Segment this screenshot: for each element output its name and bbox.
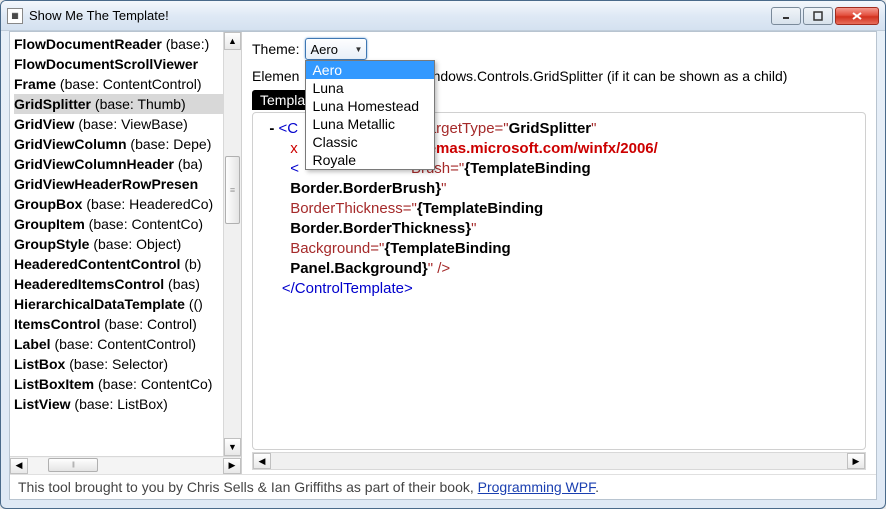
list-item[interactable]: Label (base: ContentControl) bbox=[14, 334, 241, 354]
scroll-thumb[interactable] bbox=[225, 156, 240, 224]
scroll-right-arrow-icon[interactable]: ▶ bbox=[223, 458, 241, 474]
theme-option[interactable]: Luna Homestead bbox=[306, 97, 434, 115]
list-item[interactable]: GridView (base: ViewBase) bbox=[14, 114, 241, 134]
titlebar[interactable]: ▦ Show Me The Template! bbox=[1, 1, 885, 31]
list-item[interactable]: ListBox (base: Selector) bbox=[14, 354, 241, 374]
theme-option[interactable]: Luna Metallic bbox=[306, 115, 434, 133]
list-item[interactable]: FlowDocumentReader (base:) bbox=[14, 34, 241, 54]
footer-text: This tool brought to you by Chris Sells … bbox=[18, 479, 478, 495]
list-item[interactable]: GroupStyle (base: Object) bbox=[14, 234, 241, 254]
list-item[interactable]: HeaderedContentControl (b) bbox=[14, 254, 241, 274]
close-button[interactable] bbox=[835, 7, 879, 25]
sidebar-horizontal-scrollbar[interactable]: ◀ ▶ bbox=[10, 456, 241, 474]
sidebar-vertical-scrollbar[interactable]: ▲ ▼ bbox=[223, 32, 241, 456]
list-item[interactable]: ListBoxItem (base: ContentCo) bbox=[14, 374, 241, 394]
element-value: indows.Controls.GridSplitter (if it can … bbox=[429, 68, 787, 84]
theme-option[interactable]: Aero bbox=[306, 61, 434, 79]
list-item[interactable]: ListView (base: ListBox) bbox=[14, 394, 241, 414]
theme-option[interactable]: Luna bbox=[306, 79, 434, 97]
scroll-thumb[interactable] bbox=[48, 458, 98, 472]
scroll-up-arrow-icon[interactable]: ▲ bbox=[224, 32, 241, 50]
maximize-button[interactable] bbox=[803, 7, 833, 25]
list-item[interactable]: FlowDocumentScrollViewer bbox=[14, 54, 241, 74]
footer-link[interactable]: Programming WPF bbox=[478, 479, 595, 495]
theme-selected-value: Aero bbox=[310, 42, 337, 57]
theme-option[interactable]: Classic bbox=[306, 133, 434, 151]
footer: This tool brought to you by Chris Sells … bbox=[10, 474, 876, 499]
footer-end: . bbox=[595, 479, 599, 495]
list-item[interactable]: GroupItem (base: ContentCo) bbox=[14, 214, 241, 234]
window-title: Show Me The Template! bbox=[29, 8, 771, 23]
list-item[interactable]: GridViewHeaderRowPresen bbox=[14, 174, 241, 194]
theme-dropdown[interactable]: AeroLunaLuna HomesteadLuna MetallicClass… bbox=[305, 60, 435, 170]
theme-combobox[interactable]: Aero ▼ AeroLunaLuna HomesteadLuna Metall… bbox=[305, 38, 367, 60]
scroll-left-arrow-icon[interactable]: ◀ bbox=[10, 458, 28, 474]
list-item[interactable]: GridViewColumn (base: Depe) bbox=[14, 134, 241, 154]
theme-label: Theme: bbox=[252, 41, 299, 57]
list-item[interactable]: GridViewColumnHeader (ba) bbox=[14, 154, 241, 174]
maximize-icon bbox=[813, 11, 823, 21]
window: ▦ Show Me The Template! FlowDocumentRead… bbox=[0, 0, 886, 509]
list-item[interactable]: Frame (base: ContentControl) bbox=[14, 74, 241, 94]
minimize-icon bbox=[781, 11, 791, 21]
list-item[interactable]: GroupBox (base: HeaderedCo) bbox=[14, 194, 241, 214]
close-icon bbox=[851, 11, 863, 21]
chevron-down-icon: ▼ bbox=[355, 45, 363, 54]
scroll-down-arrow-icon[interactable]: ▼ bbox=[224, 438, 241, 456]
app-icon: ▦ bbox=[7, 8, 23, 24]
scroll-left-arrow-icon[interactable]: ◀ bbox=[253, 453, 271, 469]
scroll-track[interactable] bbox=[28, 458, 223, 474]
list-item[interactable]: HeaderedItemsControl (bas) bbox=[14, 274, 241, 294]
main-horizontal-scrollbar[interactable]: ◀ ▶ bbox=[252, 452, 866, 470]
minimize-button[interactable] bbox=[771, 7, 801, 25]
main-panel: Theme: Aero ▼ AeroLunaLuna HomesteadLuna… bbox=[242, 32, 876, 474]
list-item[interactable]: HierarchicalDataTemplate (() bbox=[14, 294, 241, 314]
sidebar: FlowDocumentReader (base:)FlowDocumentSc… bbox=[10, 32, 242, 474]
list-item[interactable]: GridSplitter (base: Thumb) bbox=[14, 94, 241, 114]
element-label: Elemen bbox=[252, 68, 299, 84]
list-item[interactable]: ItemsControl (base: Control) bbox=[14, 314, 241, 334]
theme-option[interactable]: Royale bbox=[306, 151, 434, 169]
scroll-right-arrow-icon[interactable]: ▶ bbox=[847, 453, 865, 469]
scroll-track[interactable] bbox=[224, 50, 241, 438]
control-list[interactable]: FlowDocumentReader (base:)FlowDocumentSc… bbox=[10, 32, 241, 456]
client-area: FlowDocumentReader (base:)FlowDocumentSc… bbox=[9, 31, 877, 500]
